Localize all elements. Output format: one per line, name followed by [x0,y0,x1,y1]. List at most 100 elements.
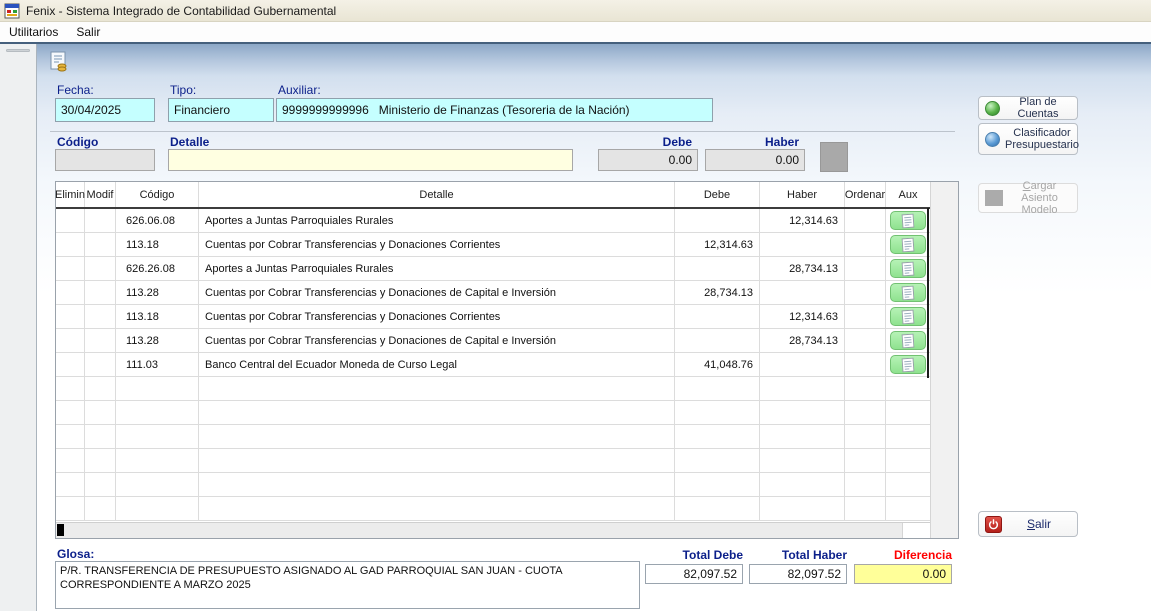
table-horizontal-scrollbar[interactable] [56,522,930,538]
glosa-textarea[interactable] [55,561,640,609]
col-ordenar[interactable]: Ordenar [845,182,886,207]
cell-elimin[interactable] [56,353,85,376]
tipo-input[interactable] [168,98,274,122]
cell-modif[interactable] [85,305,116,328]
col-debe[interactable]: Debe [675,182,760,207]
aux-detail-button[interactable] [890,307,926,326]
cell-elimin[interactable] [56,401,85,424]
cell-elimin[interactable] [56,257,85,280]
table-row[interactable] [56,497,930,521]
cell-elimin[interactable] [56,281,85,304]
cell-ordenar[interactable] [845,305,886,328]
cell-debe [675,329,760,352]
left-collapsed-panel[interactable] [0,44,37,611]
cell-modif[interactable] [85,473,116,496]
cell-modif[interactable] [85,281,116,304]
cell-elimin[interactable] [56,425,85,448]
aux-detail-button[interactable] [890,211,926,230]
table-row[interactable]: 113.18Cuentas por Cobrar Transferencias … [56,233,930,257]
table-row[interactable] [56,377,930,401]
table-row[interactable] [56,449,930,473]
cell-modif[interactable] [85,353,116,376]
panel-grip-handle[interactable] [6,49,30,52]
cell-modif[interactable] [85,209,116,232]
table-row[interactable]: 113.28Cuentas por Cobrar Transferencias … [56,281,930,305]
cell-elimin[interactable] [56,329,85,352]
cell-elimin[interactable] [56,473,85,496]
table-row[interactable] [56,401,930,425]
cell-modif[interactable] [85,377,116,400]
col-haber[interactable]: Haber [760,182,845,207]
col-modif[interactable]: Modif [85,182,116,207]
col-detalle[interactable]: Detalle [199,182,675,207]
cell-modif[interactable] [85,329,116,352]
fenix-app-icon [4,3,20,19]
col-aux[interactable]: Aux [886,182,930,207]
total-haber-field [749,564,847,584]
auxiliar-input[interactable] [276,98,713,122]
cell-ordenar[interactable] [845,473,886,496]
cell-ordenar[interactable] [845,425,886,448]
cell-modif[interactable] [85,449,116,472]
menu-utilitarios[interactable]: Utilitarios [0,23,67,41]
cell-ordenar[interactable] [845,281,886,304]
cell-aux [886,377,930,400]
cell-ordenar[interactable] [845,209,886,232]
table-row[interactable] [56,425,930,449]
cell-detalle [199,401,675,424]
cell-ordenar[interactable] [845,377,886,400]
cell-elimin[interactable] [56,377,85,400]
cell-modif[interactable] [85,257,116,280]
cell-elimin[interactable] [56,497,85,520]
new-journal-entry-icon[interactable] [47,50,71,74]
aux-detail-button[interactable] [890,235,926,254]
cell-modif[interactable] [85,497,116,520]
haber-input[interactable] [705,149,805,171]
aux-detail-button[interactable] [890,331,926,350]
table-row[interactable]: 626.06.08Aportes a Juntas Parroquiales R… [56,209,930,233]
cell-modif[interactable] [85,401,116,424]
cell-aux [886,449,930,472]
detalle-input[interactable] [168,149,573,171]
cargar-asiento-modelo-button[interactable]: Cargar Asiento Modelo [978,183,1078,213]
cell-elimin[interactable] [56,449,85,472]
fecha-input[interactable] [55,98,155,122]
hscroll-thumb[interactable] [57,524,64,536]
cell-ordenar[interactable] [845,329,886,352]
cell-elimin[interactable] [56,209,85,232]
table-row[interactable]: 113.18Cuentas por Cobrar Transferencias … [56,305,930,329]
cell-ordenar[interactable] [845,233,886,256]
table-row[interactable] [56,473,930,497]
cell-ordenar[interactable] [845,257,886,280]
cell-modif[interactable] [85,233,116,256]
table-row[interactable]: 111.03Banco Central del Ecuador Moneda d… [56,353,930,377]
aux-detail-button[interactable] [890,283,926,302]
cell-modif[interactable] [85,425,116,448]
cell-ordenar[interactable] [845,497,886,520]
cell-ordenar[interactable] [845,353,886,376]
menu-salir[interactable]: Salir [67,23,109,41]
cell-ordenar[interactable] [845,449,886,472]
table-row[interactable]: 113.28Cuentas por Cobrar Transferencias … [56,329,930,353]
cell-ordenar[interactable] [845,401,886,424]
cell-elimin[interactable] [56,305,85,328]
salir-label: Salir [1007,517,1071,531]
add-entry-square-button[interactable] [820,142,848,172]
aux-detail-button[interactable] [890,259,926,278]
plan-de-cuentas-button[interactable]: Plan de Cuentas [978,96,1078,120]
haber-label: Haber [705,135,799,149]
table-row[interactable]: 626.26.08Aportes a Juntas Parroquiales R… [56,257,930,281]
debe-input[interactable] [598,149,698,171]
codigo-input[interactable] [55,149,155,171]
salir-button[interactable]: Salir [978,511,1078,537]
col-codigo[interactable]: Código [116,182,199,207]
clasificador-presupuestario-button[interactable]: Clasificador Presupuestario [978,123,1078,155]
hscroll-track[interactable] [56,523,902,538]
cell-aux [886,305,930,328]
cell-haber [760,497,845,520]
col-elimin[interactable]: Elimin [56,182,85,207]
cell-elimin[interactable] [56,233,85,256]
table-vertical-scrollbar[interactable] [930,182,958,538]
cell-aux [886,353,930,376]
aux-detail-button[interactable] [890,355,926,374]
